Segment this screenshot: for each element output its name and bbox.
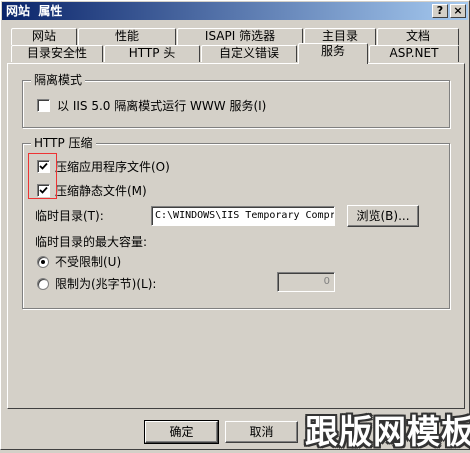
tab-performance[interactable]: 性能 bbox=[78, 28, 176, 45]
radio-selected-dot bbox=[41, 260, 45, 264]
max-size-label: 临时目录的最大容量: bbox=[35, 235, 148, 249]
temp-dir-input[interactable]: C:\WINDOWS\IIS Temporary Compr bbox=[151, 206, 335, 226]
tab-documents[interactable]: 文档 bbox=[377, 28, 459, 45]
properties-dialog: 网站 属性 ? × 网站 性能 ISAPI 筛选器 主目录 文档 目录安全性 H… bbox=[0, 0, 470, 451]
ok-button[interactable]: 确定 bbox=[144, 420, 219, 444]
tab-http-headers[interactable]: HTTP 头 bbox=[104, 45, 200, 62]
isolation-group-title: 隔离模式 bbox=[31, 73, 86, 87]
help-icon[interactable]: ? bbox=[432, 4, 448, 18]
tab-service[interactable]: 服务 bbox=[298, 43, 368, 64]
temp-dir-label: 临时目录(T): bbox=[35, 209, 104, 223]
limit-size-input[interactable]: 0 bbox=[277, 272, 335, 292]
tab-custom-errors[interactable]: 自定义错误 bbox=[201, 45, 297, 62]
annotation-highlight-box bbox=[28, 153, 57, 199]
http-compression-group: HTTP 压缩 压缩应用程序文件(O) 压缩静态文件(M) 临时目录(T): C… bbox=[22, 136, 450, 309]
limit-radio[interactable] bbox=[37, 278, 49, 290]
http-compression-group-title: HTTP 压缩 bbox=[31, 136, 96, 150]
isolation-group: 隔离模式 以 IIS 5.0 隔离模式运行 WWW 服务(I) bbox=[22, 73, 450, 128]
browse-button[interactable]: 浏览(B)... bbox=[347, 205, 419, 227]
title-bar[interactable]: 网站 属性 ? × bbox=[2, 2, 468, 20]
unlimited-label: 不受限制(U) bbox=[55, 255, 122, 269]
close-icon[interactable]: × bbox=[450, 4, 466, 18]
tab-website[interactable]: 网站 bbox=[11, 28, 77, 45]
iis5-isolation-label: 以 IIS 5.0 隔离模式运行 WWW 服务(I) bbox=[57, 99, 267, 113]
tab-panel: 隔离模式 以 IIS 5.0 隔离模式运行 WWW 服务(I) HTTP 压缩 … bbox=[7, 63, 465, 409]
tab-aspnet[interactable]: ASP.NET bbox=[369, 45, 459, 62]
cancel-button[interactable]: 取消 bbox=[225, 421, 298, 443]
compress-app-files-label: 压缩应用程序文件(O) bbox=[55, 160, 170, 174]
limit-label: 限制为(兆字节)(L): bbox=[55, 277, 157, 291]
tab-isapi-filters[interactable]: ISAPI 筛选器 bbox=[177, 28, 303, 45]
compress-static-files-label: 压缩静态文件(M) bbox=[55, 184, 147, 198]
iis5-isolation-checkbox[interactable] bbox=[37, 99, 50, 112]
window-title: 网站 属性 bbox=[6, 4, 63, 18]
unlimited-radio[interactable] bbox=[37, 256, 49, 268]
watermark-text: 跟版网模板 bbox=[305, 412, 470, 451]
tab-directory-security[interactable]: 目录安全性 bbox=[11, 45, 103, 62]
